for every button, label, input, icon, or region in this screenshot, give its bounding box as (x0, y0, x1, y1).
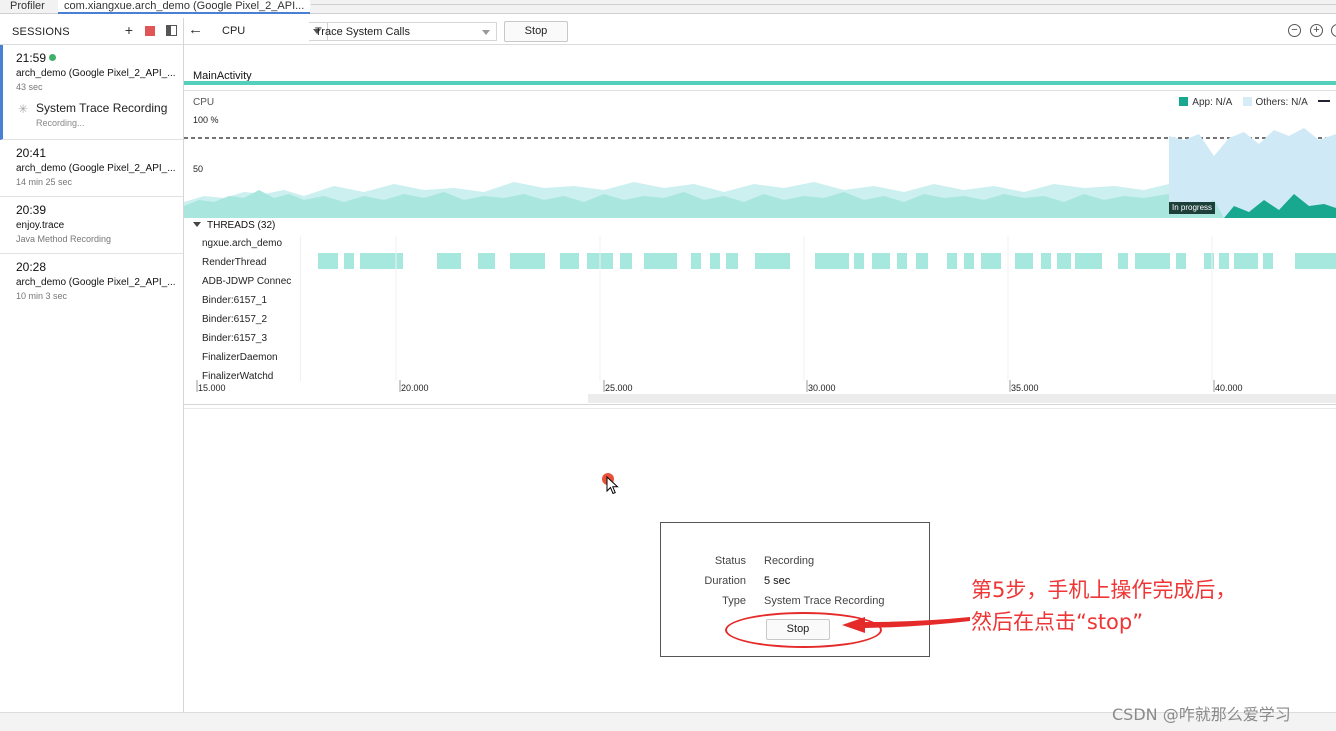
tab-strip: Profiler com.xiangxue.arch_demo (Google … (0, 0, 1336, 14)
session-duration: 14 min 25 sec (16, 177, 73, 187)
collapse-sidebar-icon[interactable] (166, 25, 177, 36)
others-legend-label: Others: N/A (1255, 97, 1308, 108)
profiler-window: Profiler com.xiangxue.arch_demo (Google … (0, 0, 1336, 731)
zoom-out-icon[interactable]: − (1288, 24, 1301, 37)
app-legend-label: App: N/A (1192, 97, 1232, 108)
trace-config-select[interactable]: Trace System Calls (309, 22, 497, 41)
session-item[interactable]: 20:28 arch_demo (Google Pixel_2_API_... … (0, 254, 183, 311)
thread-column-divider (300, 236, 301, 381)
sessions-sidebar: SESSIONS + 21:59 arch_demo (Google Pixel… (0, 18, 184, 712)
threads-header-text: THREADS (32) (207, 220, 276, 231)
trace-config-value: Trace System Calls (315, 26, 410, 38)
axis-tick-label: 40.000 (1215, 383, 1243, 393)
session-duration: 43 sec (16, 82, 43, 92)
tab-profiler[interactable]: Profiler (10, 0, 45, 14)
session-name: arch_demo (Google Pixel_2_API_... (16, 163, 176, 174)
monitor-select-value: CPU (222, 25, 246, 37)
session-time: 21:59 (16, 51, 183, 65)
time-axis (196, 380, 1215, 392)
session-item-active[interactable]: 21:59 arch_demo (Google Pixel_2_API_... … (0, 45, 183, 140)
session-name: arch_demo (Google Pixel_2_API_... (16, 277, 176, 288)
profiler-toolbar: ← CPU Trace System Calls Stop − + (184, 18, 1336, 45)
session-item[interactable]: 20:39 enjoy.trace Java Method Recording (0, 197, 183, 254)
chevron-down-icon (482, 30, 490, 35)
sessions-title: SESSIONS (12, 26, 70, 38)
spinner-icon: ✳ (18, 102, 29, 116)
session-name: arch_demo (Google Pixel_2_API_... (16, 68, 176, 79)
annotation-text-line1: 第5步，手机上操作完成后， (971, 578, 1237, 602)
axis-tick-label: 15.000 (198, 383, 226, 393)
divider (184, 408, 1336, 409)
cpu-usage-title: CPU (193, 97, 215, 108)
stop-session-icon[interactable] (145, 26, 155, 36)
session-item[interactable]: 20:41 arch_demo (Google Pixel_2_API_... … (0, 140, 183, 197)
reset-zoom-icon[interactable] (1331, 24, 1336, 37)
recording-artifact[interactable]: ✳ System Trace Recording (16, 101, 183, 116)
live-indicator-icon (49, 54, 57, 61)
sessions-header: SESSIONS + (0, 18, 183, 45)
back-arrow-icon[interactable]: ← (188, 21, 203, 38)
axis-tick-label: 30.000 (808, 383, 836, 393)
watermark: CSDN @咋就那么爱学习 (1112, 705, 1291, 724)
session-time: 20:39 (16, 203, 47, 217)
zoom-in-icon[interactable]: + (1310, 24, 1323, 37)
session-time: 20:28 (16, 260, 47, 274)
cpu-legend: App: N/A Others: N/A (1179, 97, 1330, 108)
render-thread-states[interactable] (184, 236, 1336, 386)
session-duration: 10 min 3 sec (16, 291, 68, 301)
type-key: Type (722, 595, 746, 607)
timeline-scrollbar[interactable] (588, 394, 1336, 403)
cpu-usage-graph[interactable] (184, 126, 1336, 218)
app-legend-swatch (1179, 97, 1189, 106)
axis-tick-label: 20.000 (401, 383, 429, 393)
divider (184, 90, 1336, 91)
threads-legend-dash (1318, 100, 1330, 102)
status-key: Status (714, 555, 746, 567)
others-legend-swatch (1242, 97, 1252, 106)
tab-session[interactable]: com.xiangxue.arch_demo (Google Pixel_2_A… (58, 0, 311, 14)
in-progress-label: In progress (1169, 202, 1216, 214)
add-session-icon[interactable]: + (122, 23, 136, 37)
axis-tick-label: 35.000 (1011, 383, 1039, 393)
session-duration: Java Method Recording (16, 234, 112, 244)
triangle-down-icon (193, 222, 201, 227)
cpu-axis-max: 100 % (193, 115, 219, 125)
threads-header[interactable]: THREADS (32) (193, 220, 275, 231)
session-time-text: 21:59 (16, 51, 47, 65)
duration-key: Duration (704, 575, 746, 587)
axis-tick-label: 25.000 (605, 383, 633, 393)
session-name: enjoy.trace (16, 220, 65, 231)
activity-bar[interactable] (184, 81, 1336, 85)
recording-status: Recording... (36, 118, 85, 128)
tab-strip-divider (311, 4, 1336, 5)
recording-title: System Trace Recording (36, 101, 168, 115)
render-thread-segments (318, 253, 1336, 269)
session-time: 20:41 (16, 146, 47, 160)
status-value: Recording (764, 555, 815, 567)
annotation-arrow (842, 617, 970, 633)
duration-value: 5 sec (764, 575, 791, 587)
stop-recording-button[interactable]: Stop (504, 21, 568, 42)
mouse-pointer-icon (606, 476, 619, 495)
annotation-text-line2: 然后在点击“stop” (971, 610, 1144, 634)
divider (184, 404, 1336, 405)
